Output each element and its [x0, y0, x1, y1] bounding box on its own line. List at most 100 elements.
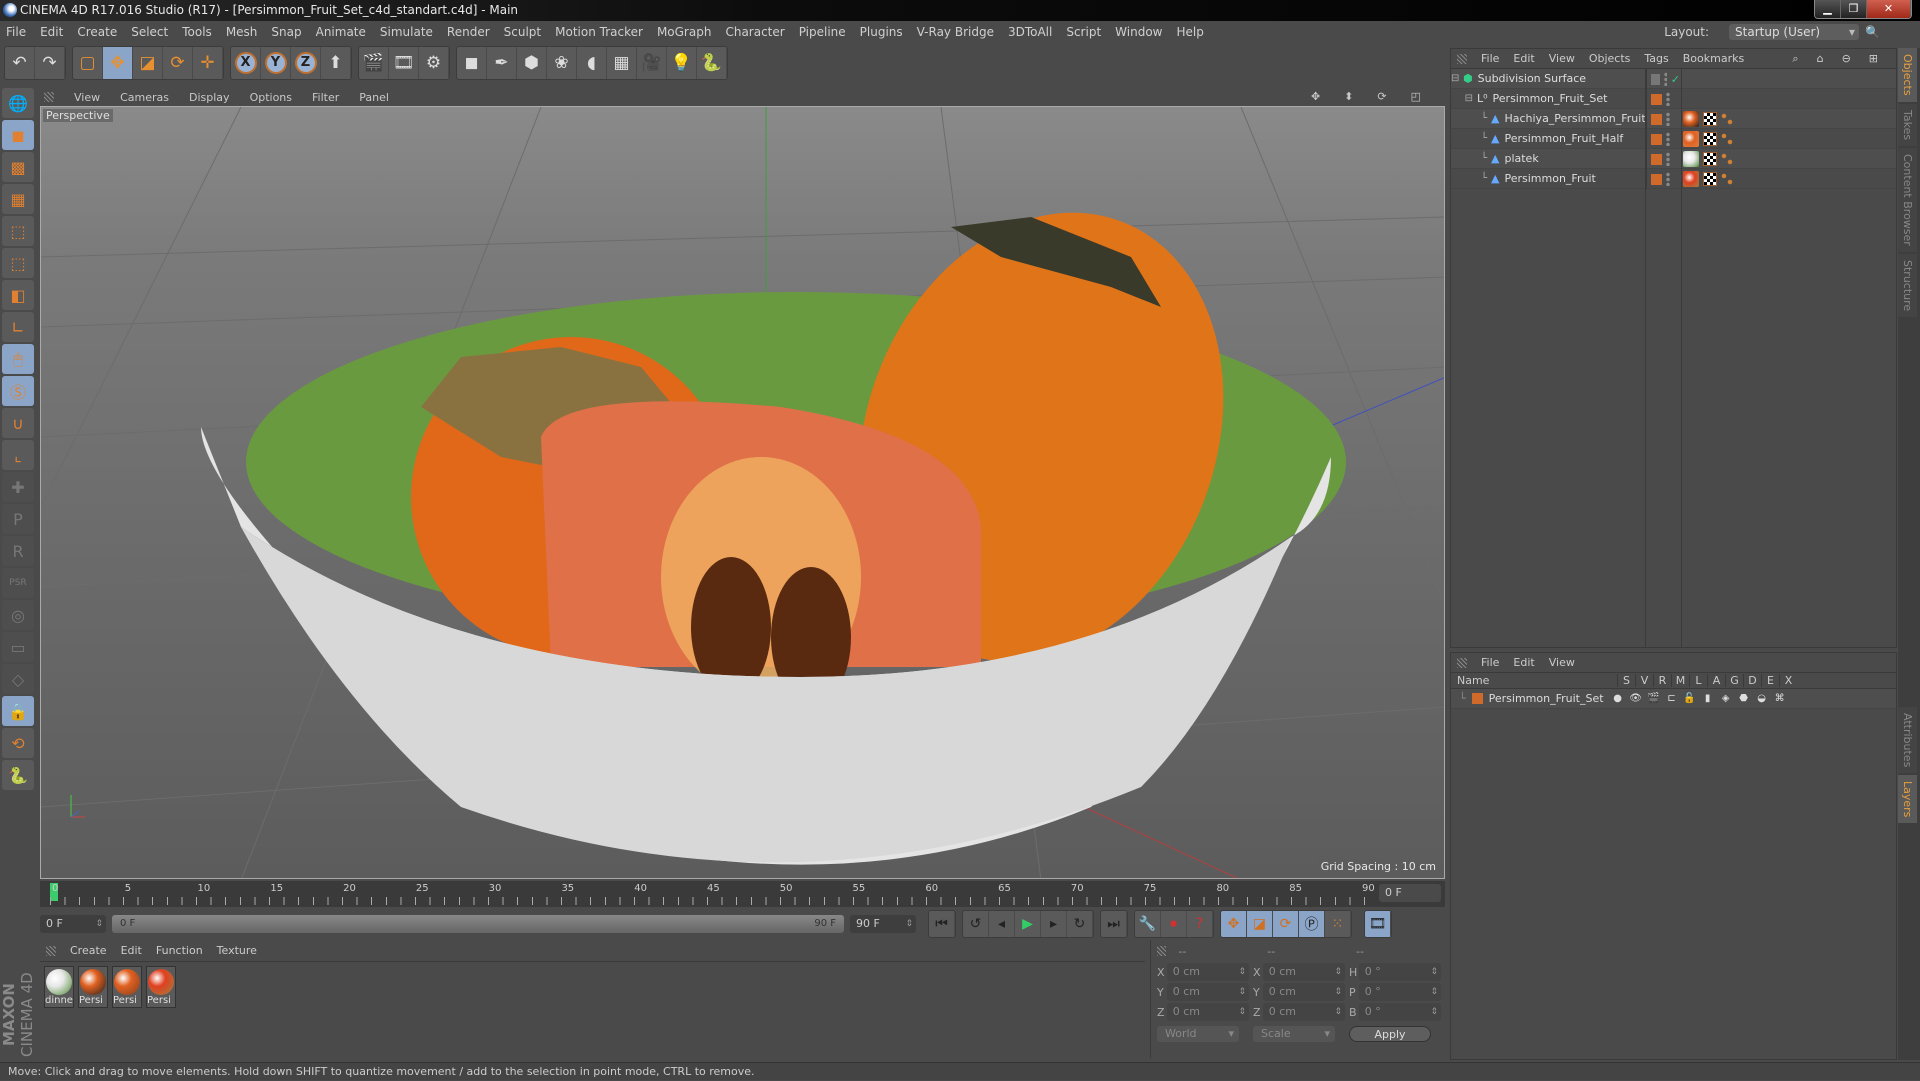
object-row[interactable]: └ ▲ Persimmon_Fruit_Half: [1451, 129, 1896, 149]
key-position-icon[interactable]: ✥: [1221, 911, 1247, 937]
layer-column-g[interactable]: G: [1725, 674, 1743, 687]
phong-tag-icon[interactable]: [1721, 153, 1733, 165]
panel-grip-icon[interactable]: [1157, 946, 1167, 956]
object-name[interactable]: Hachiya_Persimmon_Fruit: [1504, 112, 1645, 125]
snap-icon[interactable]: ∪: [2, 408, 34, 438]
lock-workplane-icon[interactable]: 🔒: [2, 696, 34, 726]
phong-tag-icon[interactable]: [1721, 113, 1733, 125]
layer-generators-icon[interactable]: ◈: [1717, 693, 1735, 704]
move-alt-icon[interactable]: ✛: [193, 47, 223, 79]
object-row[interactable]: ⊟ ⬢ Subdivision Surface ✓: [1451, 69, 1896, 89]
side-tab-structure[interactable]: Structure: [1898, 253, 1917, 317]
viewport-menu-cameras[interactable]: Cameras: [120, 91, 169, 104]
layer-color-swatch[interactable]: [1651, 173, 1662, 185]
position-field[interactable]: 0 cm: [1166, 1003, 1249, 1021]
object-menu-edit[interactable]: Edit: [1513, 52, 1534, 65]
pen-spline-icon[interactable]: ✒: [487, 47, 517, 79]
menu-plugins[interactable]: Plugins: [860, 25, 903, 39]
key-psr-icon[interactable]: PSR: [2, 568, 34, 598]
tweak-mode-icon[interactable]: 🖱: [2, 344, 34, 374]
material-swatch[interactable]: Persi: [146, 966, 176, 1008]
menu-edit[interactable]: Edit: [40, 25, 63, 39]
menu-create[interactable]: Create: [77, 25, 117, 39]
layer-color-swatch[interactable]: [1651, 93, 1662, 105]
new-panel-icon[interactable]: ⊞: [1869, 52, 1878, 66]
side-tab-objects[interactable]: Objects: [1898, 48, 1917, 102]
key-param-icon[interactable]: ▭: [2, 632, 34, 662]
tree-branch[interactable]: ⊟: [1451, 93, 1473, 104]
x-axis-icon[interactable]: X: [231, 47, 261, 79]
3d-viewport[interactable]: Perspective Grid Spacing : 10 cm: [40, 106, 1445, 879]
search-icon[interactable]: 🔍: [1865, 25, 1880, 39]
menu-script[interactable]: Script: [1066, 25, 1101, 39]
make-editable-icon[interactable]: 🌐: [2, 88, 34, 118]
menu-mesh[interactable]: Mesh: [226, 25, 258, 39]
menu-sculpt[interactable]: Sculpt: [504, 25, 541, 39]
layer-column-e[interactable]: E: [1761, 674, 1779, 687]
panel-grip-icon[interactable]: [44, 92, 54, 102]
solo-icon[interactable]: Ⓢ: [2, 376, 34, 406]
material-menu-function[interactable]: Function: [156, 944, 203, 957]
side-tab-takes[interactable]: Takes: [1898, 103, 1917, 146]
position-field[interactable]: 0 cm: [1166, 963, 1249, 981]
menu-pipeline[interactable]: Pipeline: [799, 25, 846, 39]
minimize-button[interactable]: ▁: [1815, 0, 1841, 18]
camera-label[interactable]: Perspective: [43, 109, 113, 122]
size-field[interactable]: 0 cm: [1262, 983, 1345, 1001]
position-field[interactable]: 0 cm: [1166, 983, 1249, 1001]
visibility-dots-icon[interactable]: [1666, 92, 1670, 106]
maximize-button[interactable]: ❐: [1841, 0, 1867, 18]
material-swatch[interactable]: Persi: [112, 966, 142, 1008]
layer-column-m[interactable]: M: [1671, 674, 1689, 687]
menu-select[interactable]: Select: [131, 25, 168, 39]
visibility-dots-icon[interactable]: [1666, 132, 1670, 146]
python-script-icon[interactable]: 🐍: [2, 760, 34, 790]
viewport-menu-display[interactable]: Display: [189, 91, 230, 104]
side-tab-content-browser[interactable]: Content Browser: [1898, 147, 1917, 252]
object-menu-objects[interactable]: Objects: [1589, 52, 1631, 65]
next-frame-icon[interactable]: ▸: [1041, 911, 1067, 937]
texture-tag-icon[interactable]: [1703, 152, 1717, 166]
menu-file[interactable]: File: [6, 25, 26, 39]
visibility-dots-icon[interactable]: [1666, 172, 1670, 186]
render-view-icon[interactable]: 🎬: [359, 47, 389, 79]
play-icon[interactable]: ▶: [1015, 911, 1041, 937]
texture-mode-icon[interactable]: ▩: [2, 152, 34, 182]
size-field[interactable]: 0 cm: [1262, 963, 1345, 981]
layer-column-d[interactable]: D: [1743, 674, 1761, 687]
previous-frame-icon[interactable]: ◂: [989, 911, 1015, 937]
key-all-icon[interactable]: ✚: [2, 472, 34, 502]
object-name[interactable]: platek: [1504, 152, 1538, 165]
texture-tag-icon[interactable]: [1703, 172, 1717, 186]
camera-icon[interactable]: 🎥: [637, 47, 667, 79]
zoom-view-icon[interactable]: ⬍: [1344, 90, 1353, 103]
coordinate-mode-dropdown[interactable]: Scale: [1253, 1026, 1335, 1042]
object-row[interactable]: └ ▲ Persimmon_Fruit: [1451, 169, 1896, 189]
layer-deformers-icon[interactable]: ⬣: [1735, 693, 1753, 704]
layer-color-swatch[interactable]: [1651, 153, 1662, 165]
redo-icon[interactable]: ↷: [35, 47, 65, 79]
key-pla-icon[interactable]: ◇: [2, 664, 34, 694]
rotation-field[interactable]: 0 °: [1358, 983, 1441, 1001]
menu-motion-tracker[interactable]: Motion Tracker: [555, 25, 643, 39]
visibility-dots-icon[interactable]: [1666, 152, 1670, 166]
material-tag-icon[interactable]: [1683, 151, 1699, 167]
side-tab-layers[interactable]: Layers: [1898, 775, 1917, 824]
texture-tag-icon[interactable]: [1703, 112, 1717, 126]
layer-solo-icon[interactable]: ●: [1609, 693, 1627, 704]
search-icon[interactable]: ⌕: [1792, 52, 1798, 66]
viewport-menu-options[interactable]: Options: [250, 91, 292, 104]
coordinate-space-dropdown[interactable]: World: [1157, 1026, 1239, 1042]
layer-color-swatch[interactable]: [1651, 73, 1660, 85]
timeline-icon[interactable]: 🎞: [1365, 911, 1391, 937]
viewport-menu-filter[interactable]: Filter: [312, 91, 339, 104]
object-name[interactable]: Persimmon_Fruit_Half: [1504, 132, 1623, 145]
menu-help[interactable]: Help: [1176, 25, 1203, 39]
key-scale-icon[interactable]: ◪: [1247, 911, 1273, 937]
object-name[interactable]: Persimmon_Fruit_Set: [1493, 92, 1608, 105]
material-menu-create[interactable]: Create: [70, 944, 107, 957]
layer-menu-file[interactable]: File: [1481, 656, 1499, 669]
layer-xref-icon[interactable]: ⌘: [1771, 693, 1789, 704]
material-menu-edit[interactable]: Edit: [121, 944, 142, 957]
scale-icon[interactable]: ◪: [133, 47, 163, 79]
